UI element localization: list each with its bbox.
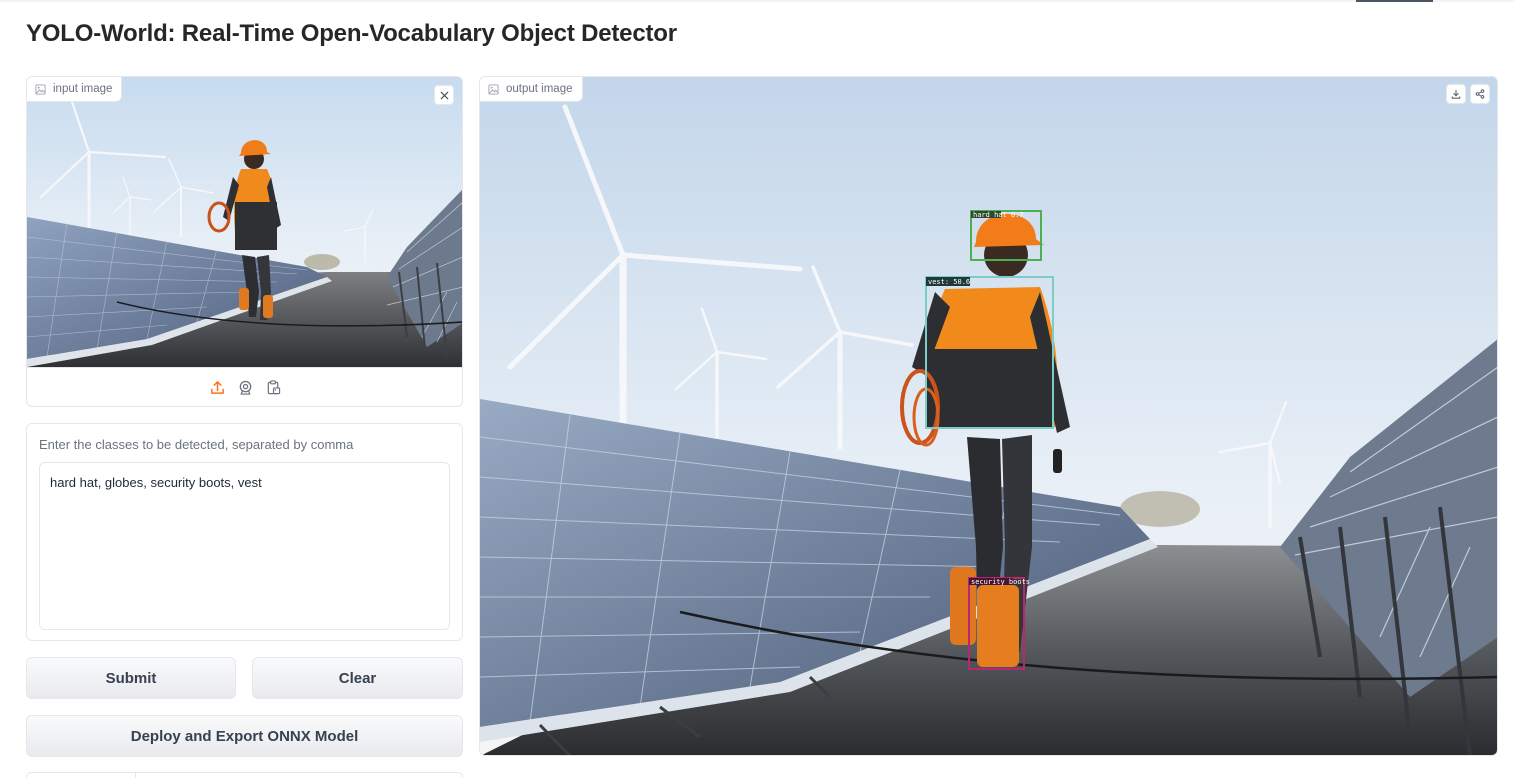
share-icon — [1475, 89, 1485, 99]
output-image-label: output image — [480, 77, 583, 102]
clipboard-icon — [267, 380, 280, 395]
clipboard-button[interactable] — [264, 379, 282, 397]
page-title: YOLO-World: Real-Time Open-Vocabulary Ob… — [26, 20, 677, 47]
upload-icon — [210, 381, 224, 394]
input-image-label: input image — [27, 77, 123, 102]
input-image-panel: input image — [26, 76, 463, 407]
classes-input[interactable]: hard hat, globes, security boots, vest — [39, 462, 450, 630]
top-divider — [0, 0, 1515, 2]
output-image-label-text: output image — [506, 83, 573, 95]
deploy-export-onnx-button[interactable]: Deploy and Export ONNX Model — [26, 715, 463, 757]
image-icon — [488, 83, 499, 95]
clear-button[interactable]: Clear — [252, 657, 463, 699]
detection-label-hard-hat: hard hat 0.7 — [973, 211, 1024, 219]
submit-button[interactable]: Submit — [26, 657, 236, 699]
classes-textbox-panel: Enter the classes to be detected, separa… — [26, 423, 463, 641]
output-image-panel: output image hard hat 0.7 vest: 50.6 sec… — [479, 76, 1498, 756]
active-tab-indicator[interactable] — [1356, 0, 1433, 2]
image-icon — [35, 83, 46, 95]
output-image: hard hat 0.7 vest: 50.6 security boots — [480, 77, 1497, 755]
share-button[interactable] — [1470, 84, 1490, 104]
detection-label-boots: security boots — [971, 578, 1030, 586]
collapsed-section[interactable] — [26, 772, 463, 778]
download-icon — [1451, 89, 1461, 99]
upload-button[interactable] — [208, 379, 226, 397]
webcam-icon — [239, 380, 251, 395]
classes-textbox-label: Enter the classes to be detected, separa… — [39, 437, 354, 452]
input-image-label-text: input image — [53, 83, 113, 95]
input-image[interactable] — [27, 77, 463, 367]
webcam-button[interactable] — [236, 379, 254, 397]
download-button[interactable] — [1446, 84, 1466, 104]
clear-image-button[interactable] — [434, 85, 454, 105]
detection-label-vest: vest: 50.6 — [928, 278, 970, 286]
close-icon — [439, 90, 449, 100]
image-source-bar — [27, 367, 462, 406]
